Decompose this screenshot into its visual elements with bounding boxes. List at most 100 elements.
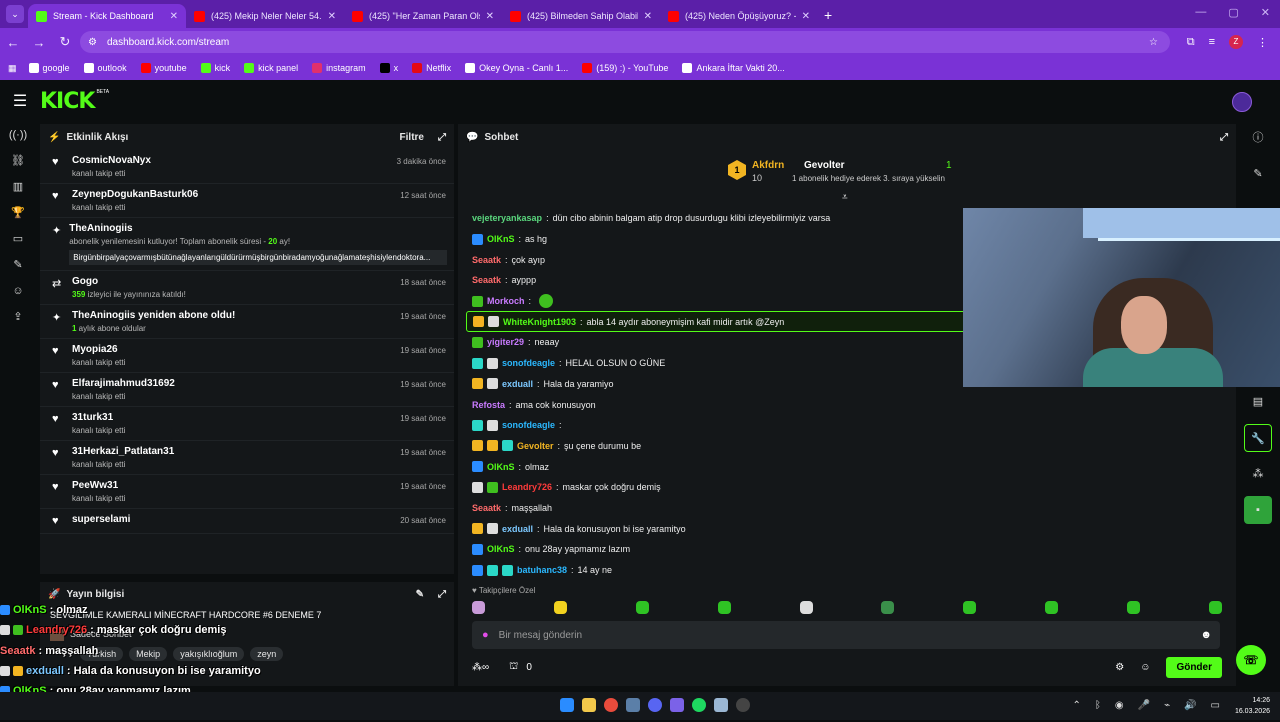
files-icon[interactable] (582, 698, 596, 712)
steam-tray-icon[interactable]: ◉ (1115, 700, 1124, 711)
activity-event[interactable]: ⇄ Gogo 359 izleyici ile yayınınıza katıldı… (40, 271, 454, 305)
tab-close-icon[interactable]: ✕ (328, 11, 336, 22)
bookmark-item[interactable]: kick panel (244, 63, 298, 73)
close-window-button[interactable]: ✕ (1261, 6, 1270, 19)
activity-event[interactable]: ♥ CosmicNovaNyx kanalı takip etti 3 dakika … (40, 150, 454, 184)
tab-search-button[interactable]: ⌄ (6, 5, 24, 23)
bookmark-star-icon[interactable]: ☆ (1149, 37, 1158, 48)
chat-username[interactable]: OlKnS (487, 234, 515, 244)
bookmark-item[interactable]: Netflix (412, 63, 451, 73)
site-info-icon[interactable]: ⚙ (88, 37, 97, 48)
reload-button[interactable]: ↻ (52, 34, 78, 50)
network-icon[interactable]: ⌁ (1164, 700, 1170, 711)
profile-avatar[interactable]: Z (1229, 35, 1243, 49)
chat-username[interactable]: Morkoch (487, 296, 525, 306)
emote[interactable] (881, 601, 895, 614)
wrench-icon[interactable]: 🔧 (1244, 424, 1272, 452)
chat-username[interactable]: sonofdeagle (502, 358, 555, 368)
emote[interactable] (553, 601, 567, 614)
clock[interactable]: 14:26 16.03.2026 (1235, 695, 1270, 717)
mic-icon[interactable]: 🎤 (1138, 700, 1150, 711)
users-icon[interactable]: ☺ (0, 278, 36, 304)
steam-icon[interactable] (626, 698, 640, 712)
chat-username[interactable]: exduall (502, 524, 533, 534)
apps-icon[interactable]: ▦ (8, 63, 17, 74)
activity-event[interactable]: ♥ 31Herkazi_Patlatan31 kanalı takip etti 19… (40, 441, 454, 475)
start-icon[interactable] (560, 698, 574, 712)
filter-button[interactable]: Filtre (400, 132, 424, 143)
popout-icon[interactable]: ⤢ (1220, 132, 1228, 143)
browser-tab[interactable]: (425) Neden Öpüşüyoruz? - You... ✕ (660, 4, 818, 28)
emoji-icon[interactable]: ☻ (1200, 629, 1212, 641)
chat-username[interactable]: Gevolter (517, 441, 554, 451)
upload-icon[interactable]: ⇪ (0, 304, 36, 330)
bookmark-item[interactable]: Okey Oyna - Canlı 1... (465, 63, 568, 73)
battery-icon[interactable]: ▭ (1211, 700, 1220, 711)
media-icon[interactable]: ≡ (1209, 36, 1215, 48)
trophy-icon[interactable]: 🏆 (0, 200, 36, 226)
chat-username[interactable]: sonofdeagle (502, 420, 555, 430)
back-button[interactable]: ← (0, 35, 26, 50)
live-icon[interactable]: ((·)) (0, 122, 36, 148)
chat-message[interactable]: Leandry726: maskar çok doğru demiş (466, 477, 1226, 498)
activity-event[interactable]: ♥ Myopia26 kanalı takip etti 19 saat önce (40, 339, 454, 373)
popout-icon[interactable]: ⤢ (438, 132, 446, 143)
volume-icon[interactable]: 🔊 (1184, 700, 1196, 711)
obs-icon[interactable] (736, 698, 750, 712)
browser-tab[interactable]: (425) Mekip Neler Neler 54.Böl... ✕ (186, 4, 344, 28)
bookmark-item[interactable]: youtube (140, 63, 187, 73)
bookmark-item[interactable]: outlook (83, 63, 127, 73)
chat-username[interactable]: vejeteryankasap (472, 213, 542, 223)
bookmark-item[interactable]: kick (200, 63, 230, 73)
maximize-button[interactable]: ▢ (1228, 6, 1238, 19)
bookmark-item[interactable]: google (28, 63, 70, 73)
emote[interactable] (1127, 601, 1140, 614)
emote[interactable] (1208, 601, 1222, 614)
link-icon[interactable]: ⛓ (0, 148, 36, 174)
browser-tab[interactable]: (425) Bilmeden Sahip Olabilece... ✕ (502, 4, 660, 28)
popout-icon[interactable]: ⤢ (438, 589, 446, 600)
activity-event[interactable]: ✦ TheAninogiis yeniden abone oldu! 1 aylık… (40, 305, 454, 339)
chat-username[interactable]: yigiter29 (487, 337, 524, 347)
chevron-up-icon[interactable]: ⌃ (1072, 700, 1080, 711)
emote[interactable] (472, 601, 485, 614)
menu-icon[interactable]: ☰ (0, 91, 40, 111)
chrome-icon[interactable] (604, 698, 618, 712)
chat-message[interactable]: batuhanc38:14 ay ne (466, 560, 1226, 581)
analytics-icon[interactable]: ▥ (0, 174, 36, 200)
chat-message[interactable]: Gevolter: şu çene durumu be (466, 436, 1226, 457)
emote[interactable] (963, 601, 977, 614)
browser-tab[interactable]: (425) "Her Zaman Paran Olsun"... ✕ (344, 4, 502, 28)
chat-username[interactable]: OlKnS (487, 462, 515, 472)
steam-icon[interactable] (714, 698, 728, 712)
chat-username[interactable]: Leandry726 (502, 482, 552, 492)
tools-icon[interactable]: ✎ (0, 252, 36, 278)
emote[interactable] (1045, 601, 1059, 614)
browser-menu-icon[interactable]: ⋮ (1257, 36, 1268, 49)
chat-message[interactable]: OlKnS: olmaz (466, 456, 1226, 477)
spotify-icon[interactable] (692, 698, 706, 712)
chat-message[interactable]: OlKnS: onu 28ay yapmamız lazım (466, 539, 1226, 560)
game-icon[interactable]: ▪ (1244, 496, 1272, 524)
bookmark-item[interactable]: x (379, 63, 398, 73)
chat-input[interactable]: ● Bir mesaj gönderin ☻ (472, 621, 1220, 649)
url-field[interactable]: ⚙ dashboard.kick.com/stream ☆ (80, 31, 1170, 53)
bookmark-item[interactable]: (159) :) - YouTube (582, 63, 668, 73)
stream-preview-video[interactable] (963, 208, 1280, 387)
chat-username[interactable]: batuhanc38 (517, 565, 567, 575)
tab-close-icon[interactable]: ✕ (170, 11, 178, 22)
extensions-icon[interactable]: ⧉ (1187, 36, 1195, 49)
activity-event[interactable]: ♥ superselami 20 saat önce (40, 509, 454, 534)
browser-tab[interactable]: Stream - Kick Dashboard ✕ (28, 4, 186, 28)
emote[interactable] (717, 601, 731, 614)
bookmark-item[interactable]: instagram (312, 63, 366, 73)
gift-leaderboard[interactable]: 1 Akfdrn 10 Gevolter 1 1 abonelik hediye… (726, 158, 976, 188)
emote[interactable] (635, 601, 649, 614)
tab-close-icon[interactable]: ✕ (486, 11, 494, 22)
bookmark-item[interactable]: Ankara İftar Vakti 20... (682, 63, 785, 73)
support-button[interactable]: ☏ (1236, 645, 1266, 675)
info-icon[interactable]: ⓘ (1244, 124, 1272, 152)
tab-close-icon[interactable]: ✕ (802, 11, 810, 22)
teams-icon[interactable] (670, 698, 684, 712)
apps-icon[interactable]: ⁂ (1244, 460, 1272, 488)
